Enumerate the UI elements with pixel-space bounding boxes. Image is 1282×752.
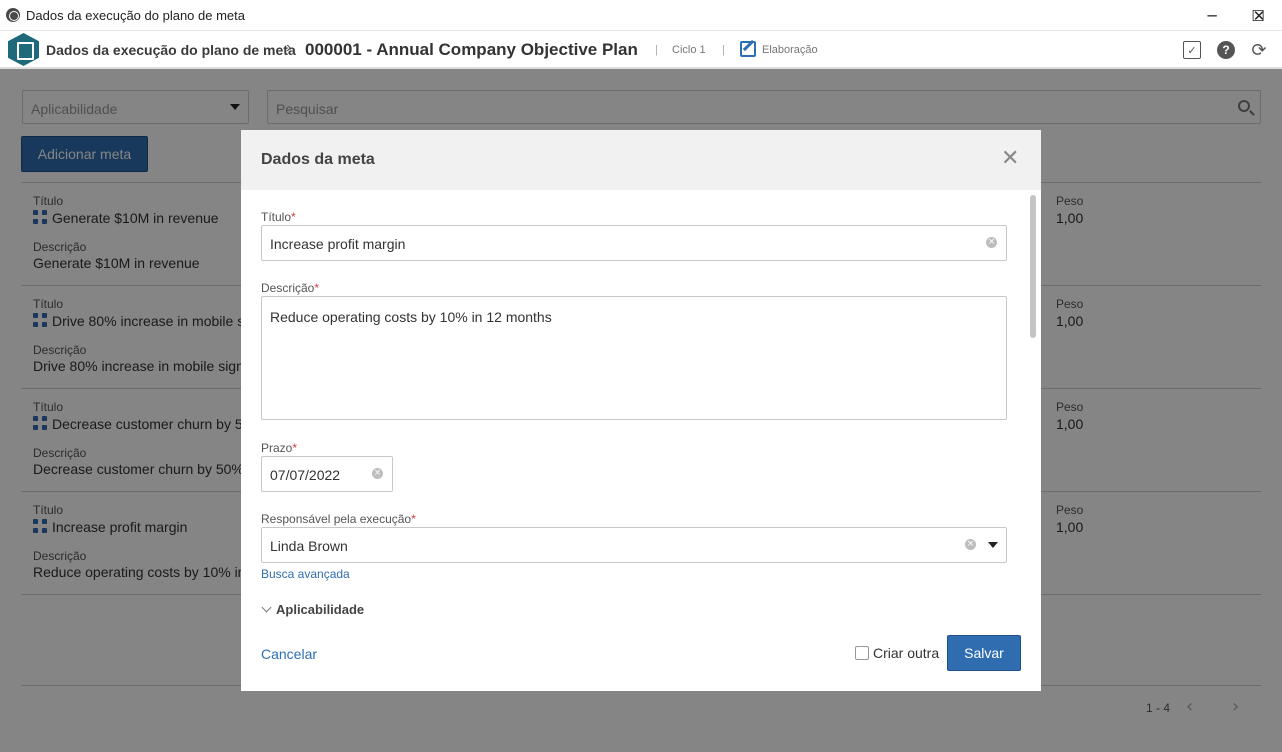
- dialog-footer: Cancelar Criar outra Salvar: [241, 622, 1041, 691]
- header-divider: |: [655, 44, 658, 56]
- create-another-checkbox[interactable]: [855, 646, 869, 660]
- refresh-icon[interactable]: ⟳: [1250, 40, 1268, 61]
- description-value: Reduce operating costs by 10% in 12 mont…: [270, 309, 552, 325]
- required-mark: *: [291, 210, 296, 224]
- required-mark: *: [314, 281, 320, 295]
- required-mark: *: [292, 441, 298, 455]
- deadline-value: 07/07/2022: [270, 467, 341, 483]
- cycle-label: Ciclo 1: [672, 44, 706, 56]
- close-window-button[interactable]: ✕: [1236, 0, 1282, 31]
- window-title: Dados da execução do plano de meta: [26, 8, 245, 23]
- cancel-button[interactable]: Cancelar: [261, 646, 317, 662]
- deadline-label-text: Prazo: [261, 441, 293, 455]
- breadcrumb-separator-icon: ›: [286, 39, 292, 56]
- plan-hex-icon: [8, 33, 39, 66]
- globe-app-icon: [6, 8, 20, 22]
- description-label-text: Descrição: [261, 281, 315, 295]
- responsible-label-text: Responsável pela execução: [261, 512, 412, 526]
- title-field-label: Título*: [261, 210, 296, 224]
- edit-stage-icon: [740, 41, 756, 57]
- caret-down-icon[interactable]: [988, 542, 998, 548]
- title-label-text: Título: [261, 210, 292, 224]
- deadline-date-input[interactable]: 07/07/2022 ×: [261, 456, 393, 492]
- responsible-select[interactable]: Linda Brown ×: [261, 527, 1007, 563]
- breadcrumb-root[interactable]: Dados da execução do plano de meta: [46, 42, 296, 58]
- dialog-scrollbar[interactable]: [1030, 195, 1036, 338]
- stage-label: Elaboração: [762, 44, 818, 56]
- create-another-label[interactable]: Criar outra: [873, 645, 939, 661]
- checklist-icon[interactable]: ✓: [1183, 41, 1201, 59]
- close-icon[interactable]: ✕: [1001, 148, 1019, 170]
- description-textarea[interactable]: Reduce operating costs by 10% in 12 mont…: [261, 296, 1007, 420]
- deadline-field-label: Prazo*: [261, 441, 297, 455]
- applicability-section-toggle[interactable]: Aplicabilidade: [261, 602, 364, 617]
- responsible-value: Linda Brown: [270, 538, 348, 554]
- app-header: Dados da execução do plano de meta › 000…: [0, 31, 1282, 69]
- title-value: Increase profit margin: [270, 236, 406, 252]
- description-field-label: Descrição*: [261, 281, 319, 295]
- dialog-header: Dados da meta ✕: [241, 130, 1041, 190]
- required-mark: *: [411, 512, 416, 526]
- clear-responsible-icon[interactable]: ×: [965, 539, 976, 550]
- title-input[interactable]: Increase profit margin ×: [261, 225, 1007, 261]
- header-divider: |: [722, 44, 725, 56]
- clear-title-icon[interactable]: ×: [986, 237, 997, 248]
- save-button[interactable]: Salvar: [947, 635, 1021, 671]
- responsible-field-label: Responsável pela execução*: [261, 512, 416, 526]
- applicability-section-label: Aplicabilidade: [276, 602, 365, 617]
- advanced-search-link[interactable]: Busca avançada: [261, 567, 350, 581]
- dialog-title: Dados da meta: [261, 151, 375, 168]
- clear-date-icon[interactable]: ×: [372, 468, 383, 479]
- goal-data-dialog: Dados da meta ✕ Título* Increase profit …: [241, 130, 1041, 691]
- help-icon[interactable]: ?: [1217, 41, 1235, 59]
- chevron-down-icon: [261, 602, 272, 613]
- page-title: 000001 - Annual Company Objective Plan: [305, 40, 638, 59]
- window-titlebar: Dados da execução do plano de meta ─ ☐: [0, 0, 1282, 31]
